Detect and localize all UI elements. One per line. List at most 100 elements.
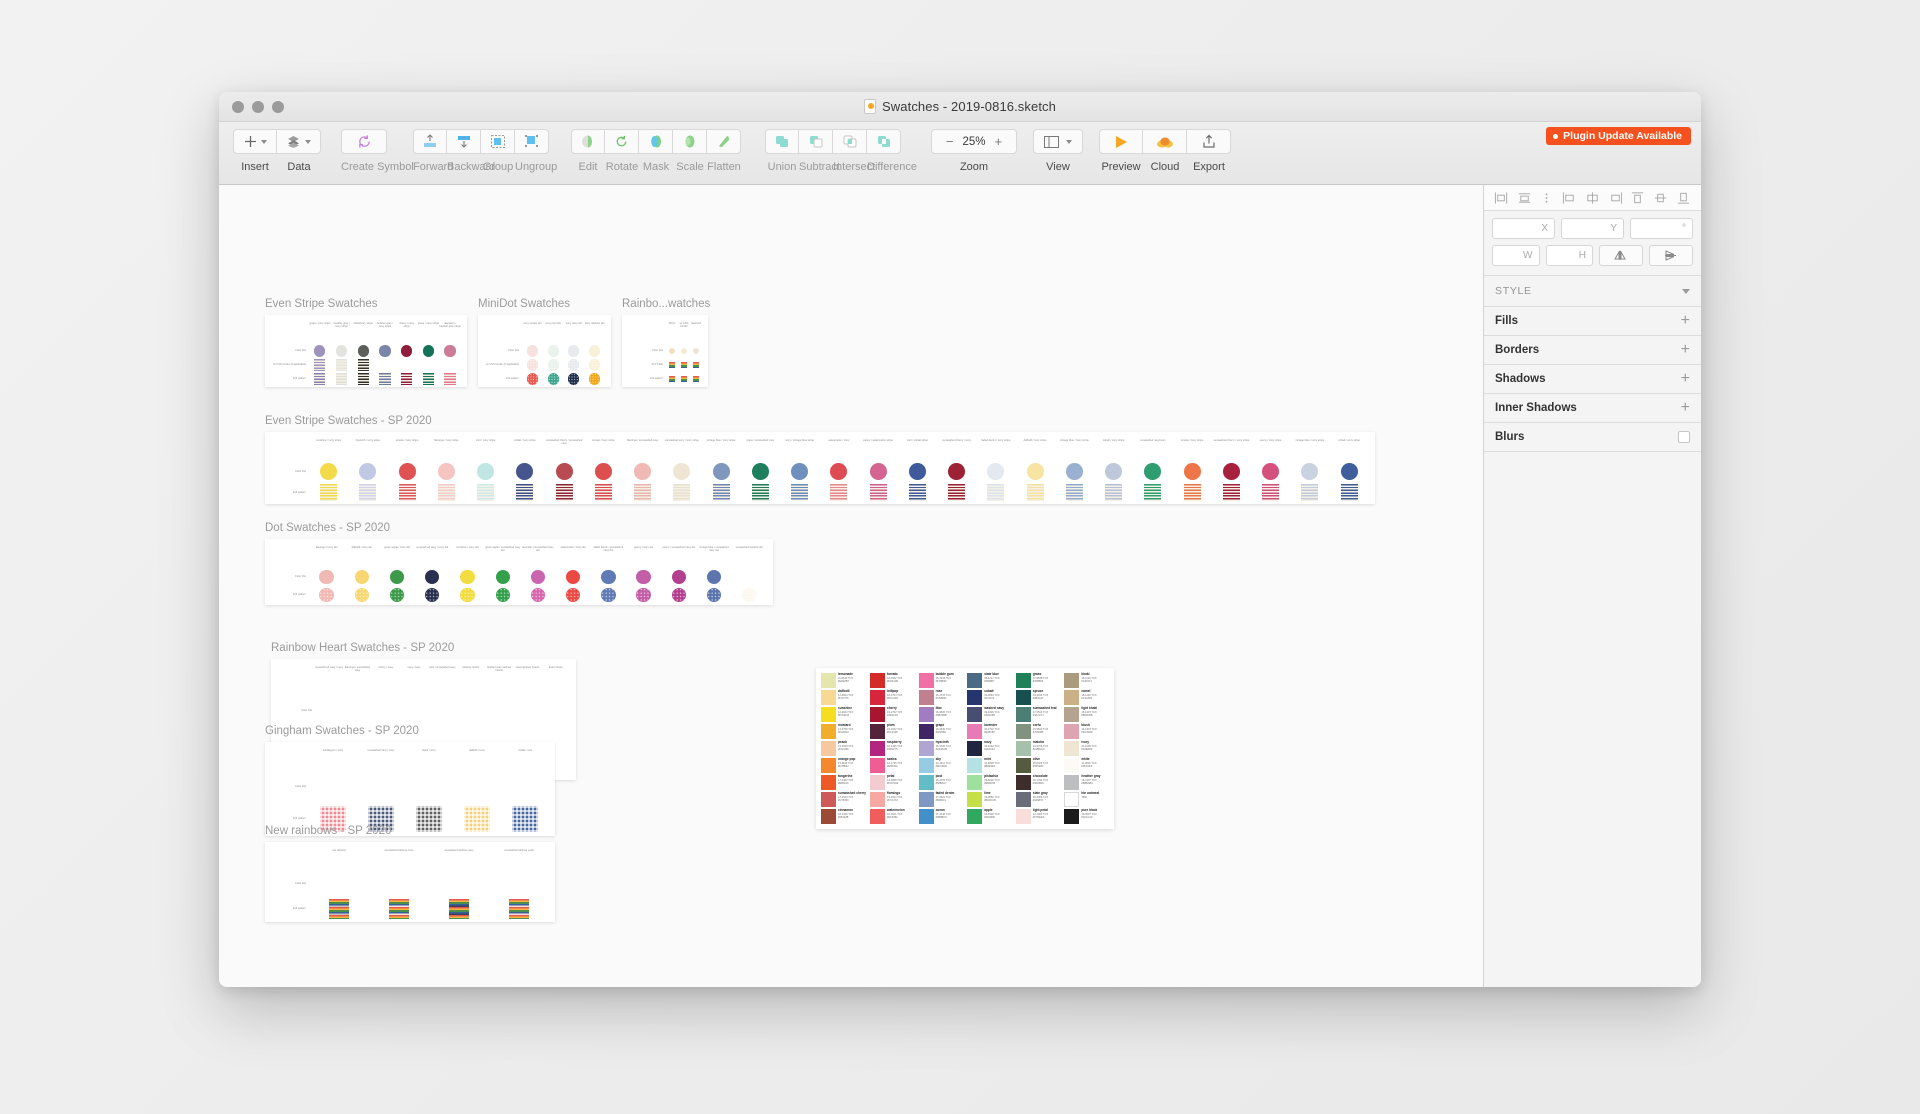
union-button[interactable] [765,129,799,154]
artboard-canvas[interactable]: Color Dot Full pattern bubblegum / ivory su… [265,742,555,836]
palette-color-chip[interactable] [870,724,885,739]
swatch-cell[interactable] [948,482,966,503]
swatch-column[interactable]: flamingo / sunwashed navy [623,439,662,503]
swatch-cell[interactable] [398,482,416,503]
swatch-cell[interactable] [1301,461,1319,482]
preview-button[interactable] [1099,129,1143,154]
palette-color-chip[interactable] [870,741,885,756]
swatch-column[interactable]: vintage blue / ivory stripe [702,439,741,503]
swatch-cell[interactable] [359,482,377,503]
palette-color-chip[interactable] [967,673,983,688]
swatch-cell[interactable] [594,482,612,503]
swatch-cell[interactable] [673,461,691,482]
align-middle-vertical-icon[interactable] [1653,191,1668,205]
artboard-canvas[interactable]: Color Dot PLP Filter Full pattern SKUs w/ CS… [622,315,708,387]
align-left-icon[interactable] [1494,191,1509,205]
swatch-column[interactable]: cobalt / mint [501,749,549,835]
swatch-column[interactable]: sunwashed navy / ivory [357,749,405,835]
swatch-cell[interactable] [389,896,409,921]
palette-swatch[interactable]: khaki 16-1120 TCX #A39171 [1062,672,1111,689]
artboard-title[interactable]: Even Stripe Swatches - SP 2020 [265,415,1375,427]
palette-swatch[interactable]: peach 13-1020 TCX #F4C69F [819,740,868,757]
swatch-cell[interactable] [671,586,686,604]
swatch-cell[interactable] [357,344,369,358]
swatch-cell[interactable] [712,482,730,503]
palette-swatch[interactable]: pool 16-4715 TCX #58BAC7 [917,774,966,791]
palette-swatch[interactable]: blush 14-1907 TCX #DCA8AF [1062,723,1111,740]
swatch-column[interactable]: Selected [690,322,702,386]
swatch-column[interactable]: peony / sunwashed navy dot [661,546,696,604]
blurs-checkbox[interactable] [1678,431,1690,443]
swatch-cell[interactable] [568,358,580,372]
export-button[interactable] [1187,129,1231,154]
palette-color-chip[interactable] [1064,707,1080,722]
color-palette-artboard[interactable]: lemonade 11-0619 TCX #E0E0B7 tomato 18-1662 … [816,668,1114,829]
width-field[interactable]: W [1492,245,1540,266]
swatch-cell[interactable] [1262,482,1280,503]
cloud-button[interactable] [1143,129,1187,154]
swatch-column[interactable]: vintage blue / sunwashed navy dot [696,546,731,604]
swatch-column[interactable]: bubblegum / ivory [309,749,357,835]
fills-row[interactable]: Fills + [1484,307,1701,336]
swatch-cell[interactable] [791,482,809,503]
palette-swatch[interactable]: navy 19-4022 TCX #1F2A44 [965,740,1014,757]
difference-button[interactable] [867,129,901,154]
swatch-column[interactable]: cobalt / ivory stripe [1330,439,1369,503]
swatch-cell[interactable] [908,461,926,482]
y-field[interactable]: Y [1561,218,1624,239]
swatch-column[interactable]: sunwashed cherry / ivory stripe [1212,439,1251,503]
swatch-cell[interactable] [1026,482,1044,503]
swatch-column[interactable]: SKUs [666,322,678,386]
palette-swatch[interactable]: heather gray 14-4107 TCX #B8BABC [1062,774,1111,791]
swatch-column[interactable]: tomato / ivory stripe [584,439,623,503]
swatch-cell[interactable] [460,568,475,586]
swatch-cell[interactable] [509,896,529,921]
swatch-cell[interactable] [692,344,700,358]
palette-swatch[interactable]: daffodil 12-0824 TCX #F7D77F [819,689,868,706]
palette-color-chip[interactable] [1015,673,1031,688]
swatch-cell[interactable] [319,586,334,604]
swatch-column[interactable]: sunwashed ivory / ivory stripe [662,439,701,503]
swatch-column[interactable]: mix rainbow [309,849,369,921]
swatch-cell[interactable] [437,461,455,482]
swatch-column[interactable]: peony / ivory dot [626,546,661,604]
swatch-cell[interactable] [389,568,405,586]
swatch-cell[interactable] [1065,461,1083,482]
palette-swatch[interactable]: ivory 11-0105 TCX #F2E6D2 [1062,740,1111,757]
minimize-button[interactable] [252,100,264,113]
swatch-column[interactable]: ivory navy dot [564,322,585,386]
distribute-horizontally-icon[interactable] [1517,191,1532,205]
palette-swatch[interactable]: lilac 16-3520 TCX #9B76BB [917,706,966,723]
more-options-icon[interactable] [1539,191,1554,205]
swatch-cell[interactable] [547,358,559,372]
palette-color-chip[interactable] [918,758,934,773]
palette-swatch[interactable]: tangerine 17-1462 TCX #E85423 [819,774,868,791]
swatch-column[interactable]: hyacinth / ivory stripe [348,439,387,503]
swatch-cell[interactable] [1222,482,1240,503]
artboard-new-rainbows-sp-2020[interactable]: New rainbows - SP 2020 Color Dot Full patt… [265,825,555,922]
palette-swatch[interactable]: grape 19-3640 TCX #46255E [917,723,966,740]
palette-swatch[interactable]: sky 14-4311 TCX #8FC6DD [917,757,966,774]
palette-swatch[interactable]: plum 19-1622 TCX #5C2438 [868,723,917,740]
height-field[interactable]: H [1545,245,1593,266]
palette-color-chip[interactable] [918,724,934,739]
zoom-in-button[interactable]: + [995,135,1003,148]
artboard-canvas[interactable]: Color Dot Full pattern flamingo / ivory do… [265,539,773,605]
palette-color-chip[interactable] [870,775,885,790]
swatch-cell[interactable] [335,372,348,386]
zoom-control[interactable]: −25% + [931,129,1017,154]
swatch-cell[interactable] [673,482,691,503]
window-controls[interactable] [232,100,284,113]
swatch-column[interactable]: ivory pool dot [543,322,564,386]
palette-color-chip[interactable] [918,690,934,705]
swatch-cell[interactable] [460,586,475,604]
swatch-cell[interactable] [791,461,809,482]
palette-swatch[interactable]: hte oatmeal TBD [1062,791,1111,808]
artboard-canvas[interactable]: Color Dot w/ CSS border (if applicable) Fu… [478,315,611,387]
swatch-column[interactable]: watermelon / ivory dot [556,546,591,604]
swatch-cell[interactable] [1262,461,1280,482]
swatch-cell[interactable] [568,344,580,358]
swatch-cell[interactable] [1340,461,1358,482]
artboard-title[interactable]: New rainbows - SP 2020 [265,825,555,837]
view-options-button[interactable] [1033,129,1083,154]
